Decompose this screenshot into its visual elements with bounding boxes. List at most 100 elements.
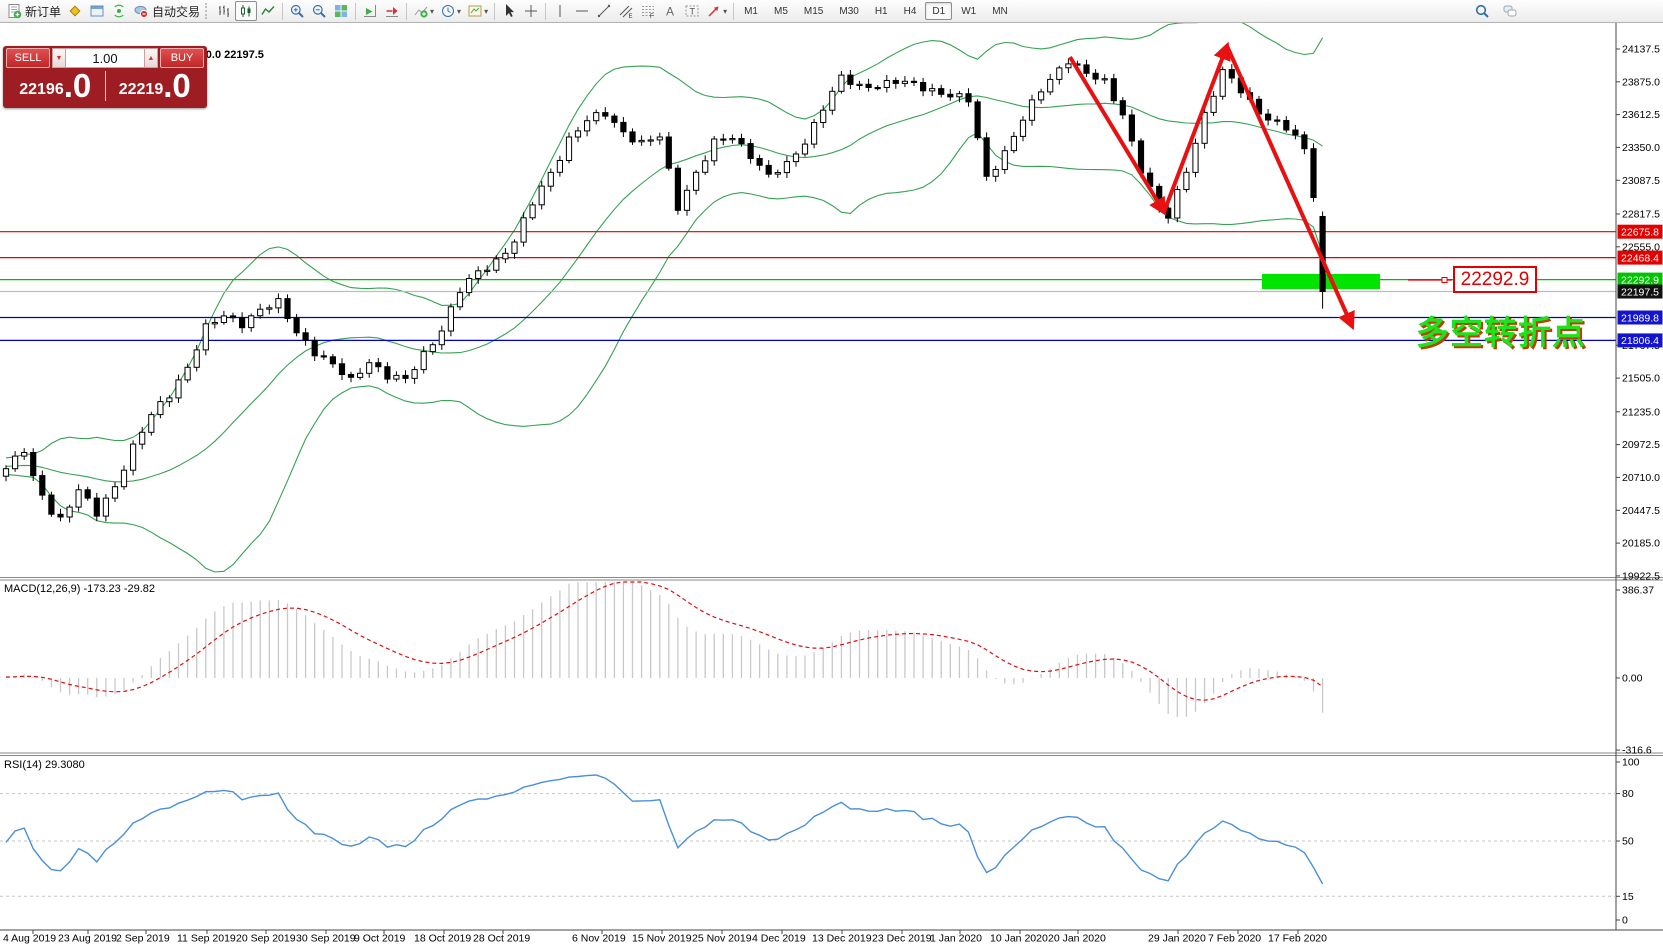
date-label: 30 Sep 2019 [296,933,356,945]
candle [240,318,245,328]
one-click-trading-panel: SELL ▼ ▲ BUY 22196 .0 22219 .0 [3,46,207,108]
candle [421,352,426,370]
price-axis[interactable]: 24137.523875.023612.523350.023087.522817… [1616,44,1663,927]
candle [1184,172,1189,189]
time-axis[interactable]: 4 Aug 201923 Aug 20192 Sep 201911 Sep 20… [3,930,1327,945]
timeframe-mn[interactable]: MN [985,2,1015,20]
date-label: 23 Dec 2019 [872,933,932,945]
horizontal-line-button[interactable] [571,1,593,21]
candle [1102,79,1107,80]
autotrading-button[interactable]: 自动交易 [130,1,203,21]
candle [993,170,998,177]
sell-price[interactable]: 22196 .0 [6,68,105,104]
chart-area[interactable]: 24137.523875.023612.523350.023087.522817… [0,23,1663,947]
timeframe-m15[interactable]: M15 [797,2,830,20]
svg-text:21505.0: 21505.0 [1622,373,1660,385]
svg-text:-316.6: -316.6 [1622,745,1652,757]
text-button[interactable]: A [659,1,681,21]
chart-shift-button[interactable] [381,1,403,21]
text-label-button[interactable]: T [681,1,703,21]
volume-input[interactable] [66,48,144,68]
svg-text:50: 50 [1622,836,1634,848]
auto-scroll-icon [362,3,378,19]
arrow-objects-button[interactable]: ▾ [703,1,730,21]
candle [112,487,117,498]
timeframe-h1[interactable]: H1 [868,2,895,20]
vertical-line-button[interactable] [549,1,571,21]
tile-windows-button[interactable] [330,1,352,21]
timeframe-h4[interactable]: H4 [897,2,924,20]
navigator-button[interactable] [108,1,130,21]
volume-up-button[interactable]: ▲ [144,48,158,68]
auto-scroll-button[interactable] [359,1,381,21]
candle [1120,101,1125,115]
trend-line-button[interactable] [593,1,615,21]
candle [121,470,126,487]
new-order-label: 新订单 [25,3,61,20]
trend-arrow[interactable] [1164,46,1227,212]
svg-text:20972.5: 20972.5 [1622,439,1660,451]
candle [739,139,744,144]
toolbar-separator [355,3,356,20]
timeframe-m5[interactable]: M5 [767,2,795,20]
trend-arrows[interactable] [1070,46,1452,326]
candle [412,370,417,379]
svg-text:E: E [629,14,633,19]
volume-down-button[interactable]: ▼ [52,48,66,68]
crosshair-button[interactable] [520,1,542,21]
candle [1175,190,1180,219]
candle [984,138,989,177]
zoom-in-button[interactable] [286,1,308,21]
candle [784,162,789,173]
candle [639,140,644,141]
candle [430,345,435,352]
svg-text:22197.5: 22197.5 [1621,286,1659,298]
line-chart-button[interactable] [257,1,279,21]
svg-text:21806.4: 21806.4 [1621,335,1659,347]
periods-button[interactable]: ▾ [437,1,464,21]
candle [1066,64,1071,68]
timeframe-d1[interactable]: D1 [925,2,952,20]
candle [276,299,281,308]
crosshair-icon [523,3,539,19]
svg-text:20447.5: 20447.5 [1622,505,1660,517]
equidistant-channel-button[interactable]: E [615,1,637,21]
svg-text:23350.0: 23350.0 [1622,142,1660,154]
cursor-button[interactable] [498,1,520,21]
buy-button[interactable]: BUY [160,48,204,68]
date-label: 23 Aug 2019 [58,933,117,945]
zoom-out-icon [311,3,327,19]
new-order-button[interactable]: 新订单 [3,1,64,21]
svg-text:19922.5: 19922.5 [1622,570,1660,582]
timeframe-m30[interactable]: M30 [832,2,865,20]
candle [203,324,208,350]
candle [902,81,907,83]
fibonacci-button[interactable]: F [637,1,659,21]
candle [603,113,608,117]
candle [212,323,217,324]
market-watch-button[interactable] [64,1,86,21]
timeframe-m1[interactable]: M1 [737,2,765,20]
zoom-out-button[interactable] [308,1,330,21]
candle [911,81,916,82]
trend-arrow[interactable] [1070,57,1164,212]
candle [821,110,826,122]
buy-price[interactable]: 22219 .0 [106,68,205,104]
timeframe-w1[interactable]: W1 [954,2,983,20]
candle [85,490,90,498]
candlestick-chart-button[interactable] [235,1,257,21]
templates-button[interactable]: ▾ [464,1,491,21]
candle [775,173,780,175]
candle [712,139,717,161]
add-indicator-button[interactable]: ▾ [410,1,437,21]
candle [131,444,136,470]
search-button[interactable] [1471,1,1493,21]
price-flag-label[interactable]: 22292.9 [1453,266,1537,293]
data-window-button[interactable] [86,1,108,21]
sell-button[interactable]: SELL [6,48,50,68]
candle [348,375,353,378]
community-button[interactable] [1499,1,1521,21]
bar-chart-button[interactable] [213,1,235,21]
candle [884,81,889,88]
candle [548,172,553,186]
